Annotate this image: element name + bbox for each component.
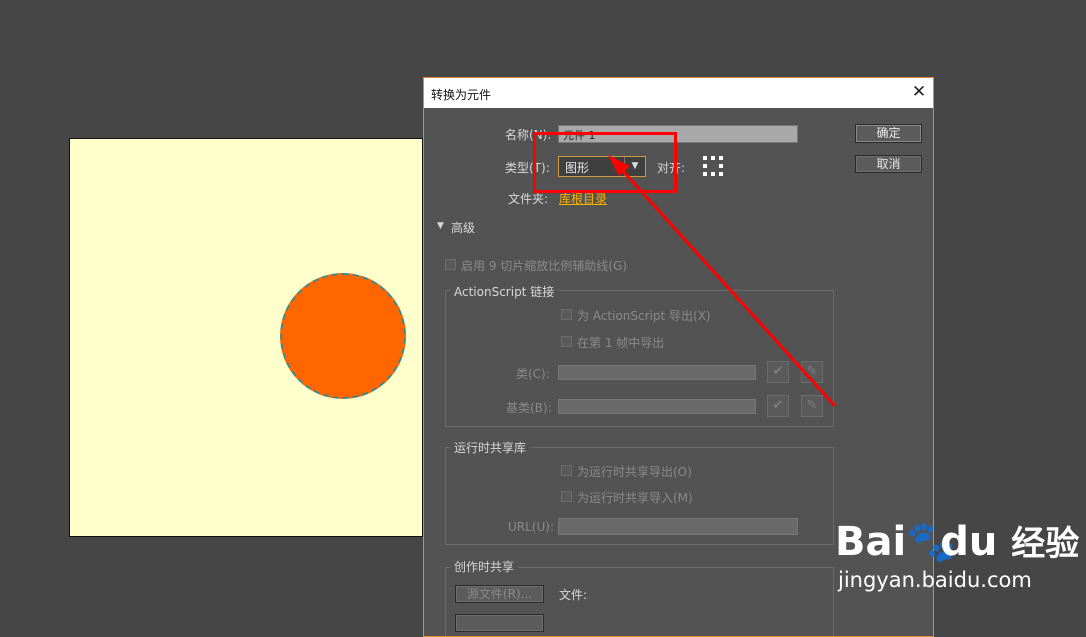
watermark-product: 经验 [1011, 524, 1080, 564]
watermark-url: jingyan.baidu.com [838, 568, 1032, 592]
watermark-brand: Bai🐾du 经验 [835, 519, 1080, 565]
paw-icon: 🐾 [906, 519, 957, 565]
